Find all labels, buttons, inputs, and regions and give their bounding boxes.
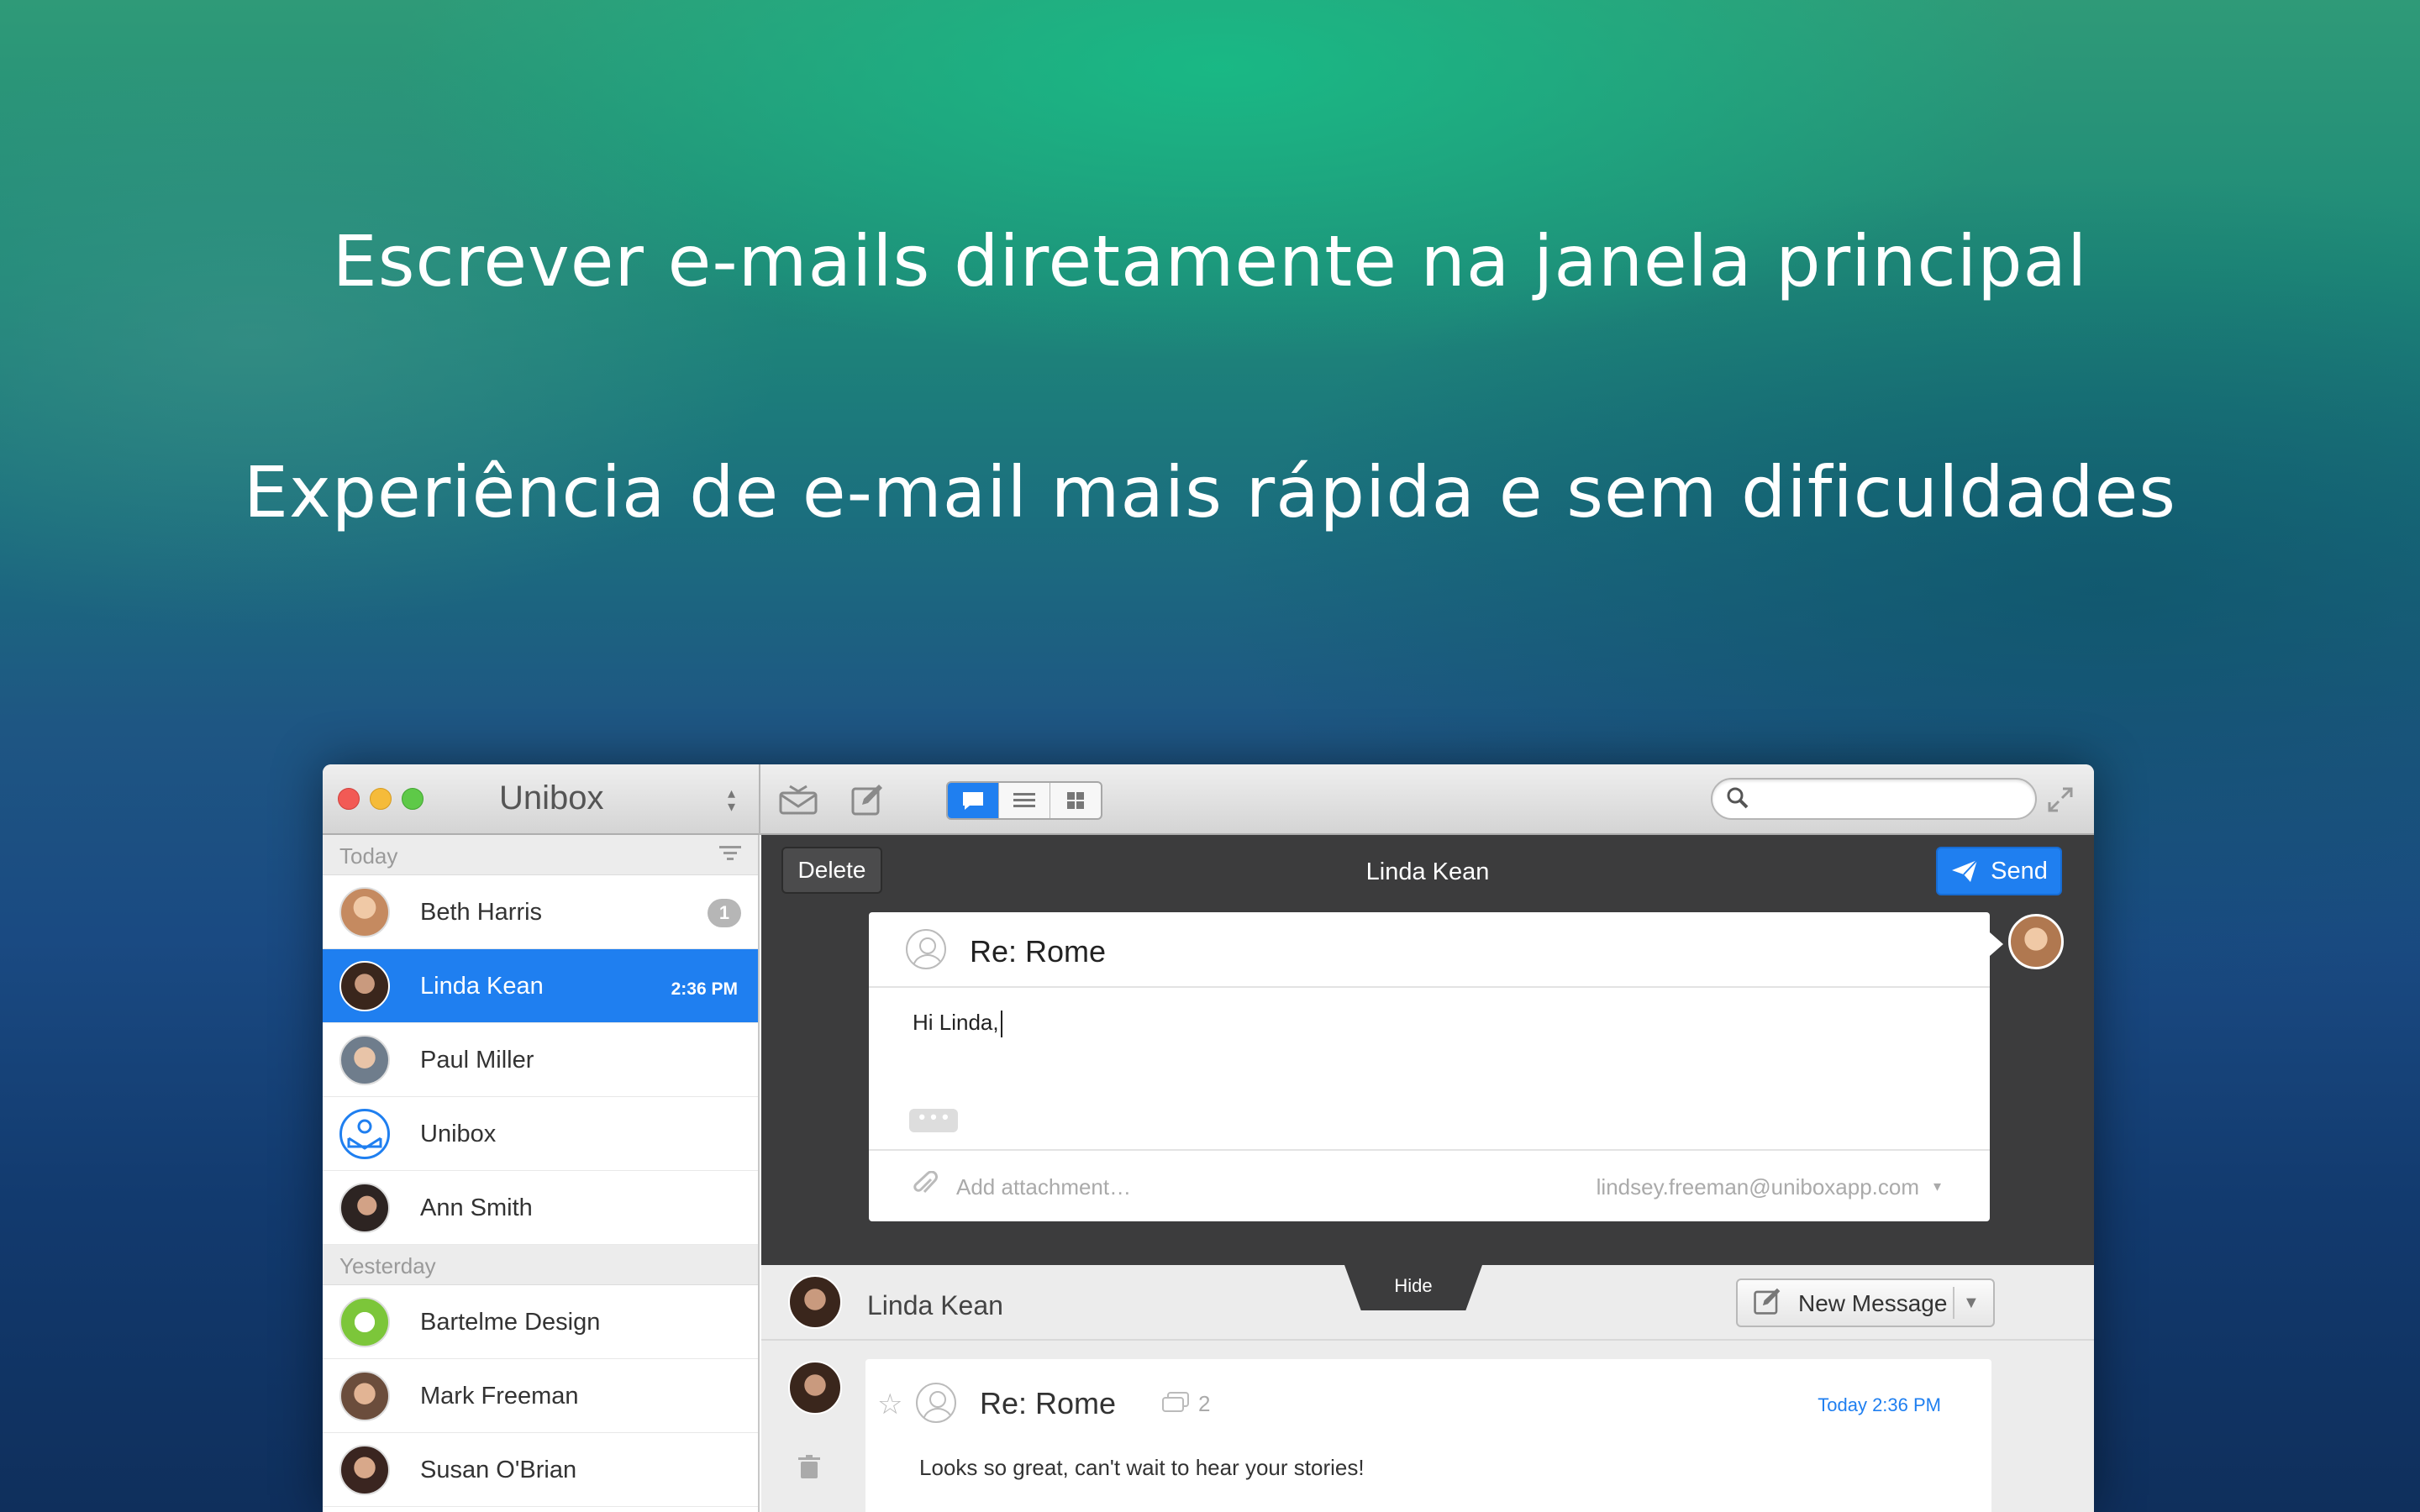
contact-name: Beth Harris [420,899,543,926]
timestamp: 2:36 PM [671,979,738,999]
search-field[interactable] [1711,778,2037,820]
updown-chevron-icon[interactable]: ▴ ▾ [728,785,735,814]
sidebar-item-unibox[interactable]: Unibox [323,1097,758,1171]
message-card[interactable]: ☆ Re: Rome 2 Today 2:36 PM Looks so grea… [865,1359,1991,1512]
sender-avatar [2008,914,2064,969]
window-minimize-button[interactable] [370,788,392,810]
message-sender-avatar [788,1361,842,1415]
subject-row: Re: Rome [869,912,1990,988]
message-body-editor[interactable]: Hi Linda, [913,1010,1002,1038]
contact-name: Ann Smith [420,1194,533,1221]
bartelme-logo-icon [339,1297,390,1347]
chevron-down-icon[interactable]: ▼ [1963,1294,1980,1313]
message-preview: Looks so great, can't wait to hear your … [919,1455,1365,1480]
paperclip-icon[interactable] [913,1170,938,1205]
unread-badge: 1 [708,899,741,927]
compose-card: Re: Rome Hi Linda, • • • Add attachment…… [869,912,1990,1221]
attachment-row: Add attachment… lindsey.freeman@uniboxap… [869,1149,1990,1221]
section-header-today: Today [323,835,758,875]
avatar [339,1445,390,1495]
compose-icon [1753,1287,1781,1322]
conversation-sidebar: Today Beth Harris 1 Linda Kean 2:36 PM P… [323,835,760,1512]
search-input[interactable] [1758,785,2027,813]
contact-name: Unibox [420,1121,497,1147]
person-icon [916,1383,956,1423]
from-account-selector[interactable]: lindsey.freeman@uniboxapp.com [1597,1174,1919,1200]
paper-plane-icon [1952,859,1978,882]
fullscreen-icon[interactable] [2039,780,2082,820]
text-caret [1000,1011,1002,1038]
show-quoted-text-button[interactable]: • • • [909,1108,958,1132]
window-zoom-button[interactable] [402,788,424,810]
sidebar-item-mark-freeman[interactable]: Mark Freeman [323,1359,758,1433]
contact-name: Paul Miller [420,1047,534,1074]
delete-button[interactable]: Delete [781,847,882,894]
sidebar-item-bartelme-design[interactable]: Bartelme Design [323,1285,758,1359]
conversation-contact-name: Linda Kean [867,1290,1003,1320]
avatar [339,1371,390,1421]
compose-panel: Delete Linda Kean Send Re: Rome Hi Linda… [761,835,2094,1265]
contact-name: Susan O'Brian [420,1457,577,1483]
main-pane: Delete Linda Kean Send Re: Rome Hi Linda… [761,835,2094,1512]
hide-compose-tab[interactable]: Hide [1344,1265,1482,1310]
search-icon [1726,786,1749,816]
send-button[interactable]: Send [1936,847,2062,895]
headline-secondary: Experiência de e-mail mais rápida e sem … [243,451,2177,533]
card-pointer [1990,932,2003,956]
avatar [339,887,390,937]
window-close-button[interactable] [338,788,360,810]
sidebar-item-susan-obrian[interactable]: Susan O'Brian [323,1433,758,1507]
button-divider [1953,1287,1954,1319]
chevron-down-icon[interactable]: ▾ [1933,1178,1941,1195]
compose-icon[interactable] [845,780,889,820]
view-grid-icon[interactable] [1050,783,1101,818]
conversation-panel: Linda Kean New Message ▼ Hide ☆ Re: Rome [761,1265,2094,1512]
sidebar-item-beth-harris[interactable]: Beth Harris 1 [323,875,758,949]
contact-name: Linda Kean [420,973,544,1000]
titlebar: Unibox ▴ ▾ [323,764,2094,835]
avatar [788,1275,842,1329]
view-list-icon[interactable] [999,783,1050,818]
thread-icon [1161,1391,1190,1419]
avatar [339,1183,390,1233]
trash-icon[interactable] [798,1455,820,1487]
contact-name: Bartelme Design [420,1309,601,1336]
avatar [339,961,390,1011]
headline-primary: Escrever e-mails diretamente na janela p… [332,220,2088,302]
send-label: Send [1991,857,2048,885]
message-date: Today 2:36 PM [1818,1394,1941,1415]
body-text: Hi Linda, [913,1010,999,1035]
archive-icon[interactable] [776,780,820,820]
new-message-label: New Message [1798,1290,1948,1316]
star-icon[interactable]: ☆ [877,1388,902,1421]
compose-recipient-title: Linda Kean [1365,858,1490,885]
app-window: Unibox ▴ ▾ Today Beth Harris 1 Linda Kea… [323,764,2094,1512]
contact-name: Mark Freeman [420,1383,579,1410]
unibox-logo-icon [339,1109,390,1159]
section-header-yesterday: Yesterday [323,1245,758,1285]
avatar [339,1035,390,1085]
section-label: Today [339,843,398,869]
sidebar-item-ann-smith[interactable]: Ann Smith [323,1171,758,1245]
add-attachment-link[interactable]: Add attachment… [956,1174,1131,1200]
sidebar-item-paul-miller[interactable]: Paul Miller [323,1023,758,1097]
titlebar-divider [759,764,760,835]
section-label: Yesterday [339,1253,436,1278]
filter-icon[interactable] [719,842,741,869]
view-conversation-icon[interactable] [948,783,999,818]
view-mode-segmented-control [946,781,1102,820]
message-subject: Re: Rome [980,1386,1117,1420]
thread-count: 2 [1198,1391,1211,1416]
subject-field[interactable]: Re: Rome [970,934,1106,969]
new-message-button[interactable]: New Message ▼ [1736,1278,1995,1327]
account-selector-label[interactable]: Unibox [499,780,604,817]
person-icon [906,929,946,969]
sidebar-item-linda-kean[interactable]: Linda Kean 2:36 PM [323,949,758,1023]
